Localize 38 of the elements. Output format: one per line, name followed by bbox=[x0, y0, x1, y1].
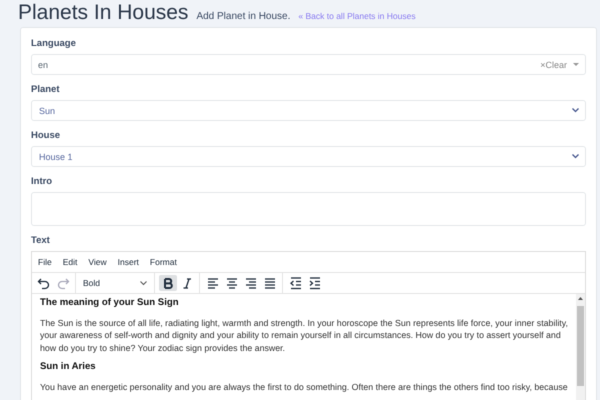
menu-item[interactable]: Format bbox=[150, 257, 177, 267]
page-title: Planets In Houses bbox=[18, 1, 188, 25]
select-field[interactable]: House 1 bbox=[31, 146, 586, 167]
chevron-icon bbox=[140, 280, 147, 286]
clear-button[interactable]: ×Clear bbox=[540, 60, 567, 70]
language-select[interactable]: en ×Clear bbox=[31, 54, 586, 75]
align-right-icon bbox=[244, 276, 258, 290]
menu-item[interactable]: Edit bbox=[62, 257, 78, 267]
field-label: Planet bbox=[31, 84, 61, 96]
align-center-icon bbox=[224, 276, 238, 290]
bold-button[interactable] bbox=[158, 275, 176, 291]
content-heading: Sun in Aries bbox=[40, 361, 97, 374]
undo-icon bbox=[36, 276, 50, 290]
content-heading: The meaning of your Sun Sign bbox=[40, 297, 180, 310]
italic-icon bbox=[182, 278, 190, 288]
indent-icon bbox=[308, 276, 322, 290]
select-field[interactable]: Sun bbox=[31, 100, 586, 121]
content-paragraph: You have an energetic personality and you are always the first to do something. Often there are things the others find too risky, because bbox=[40, 380, 569, 393]
page-subtitle: Add Planet in House. bbox=[196, 11, 290, 22]
caret-icon bbox=[573, 62, 579, 66]
menu-item[interactable]: View bbox=[88, 257, 107, 267]
outdent-icon bbox=[288, 276, 302, 290]
scrollbar[interactable] bbox=[576, 294, 585, 400]
block-format-dropdown[interactable]: Bold bbox=[79, 275, 151, 291]
chevron-icon bbox=[572, 154, 579, 159]
field-label: Intro bbox=[31, 176, 54, 188]
chevron-icon bbox=[572, 108, 579, 113]
justify-icon bbox=[262, 276, 276, 290]
menu-item[interactable]: File bbox=[38, 257, 52, 267]
field-label: Language bbox=[31, 38, 77, 50]
field-label: Text bbox=[31, 235, 51, 247]
bold-icon bbox=[162, 278, 172, 288]
align-left-icon bbox=[206, 276, 220, 290]
scroll-up-icon bbox=[578, 297, 583, 300]
menu-item[interactable]: Insert bbox=[118, 257, 139, 267]
content-paragraph: The Sun is the source of all life, radiating light, warmth and strength. In your horoscope the Sun represents life force, your inner stability, your awareness of self-worth and dignity and your ability to remain yourself in all circumstances. How do you try to assert yourself and how do you try to shine? Your zodiac sign provides the answer. bbox=[40, 316, 569, 354]
redo-icon bbox=[56, 276, 70, 290]
field-label: House bbox=[31, 130, 62, 142]
